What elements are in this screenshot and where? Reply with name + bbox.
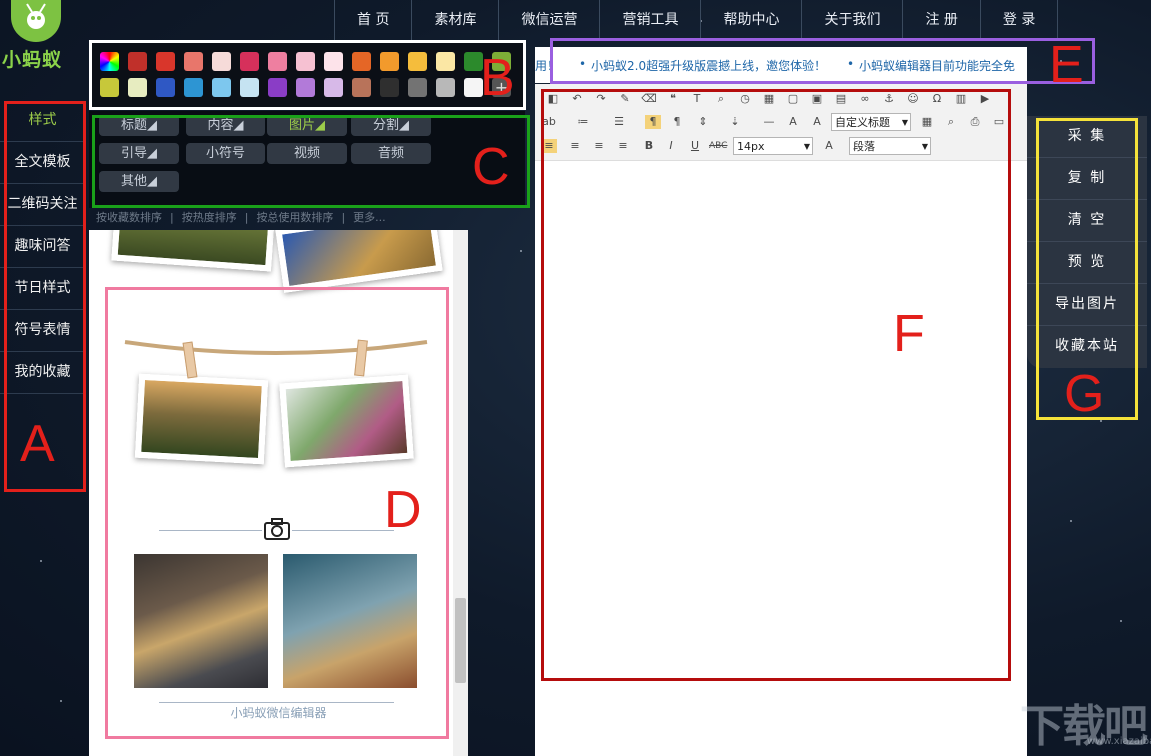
ant-logo-icon <box>11 0 61 42</box>
sort-options: 按收藏数排序 | 按热度排序 | 按总使用数排序 | 更多... <box>96 209 394 225</box>
annotation-box-f <box>541 89 1011 681</box>
sort-by-popularity[interactable]: 按热度排序 <box>182 211 237 224</box>
sort-by-favorites[interactable]: 按收藏数排序 <box>96 211 162 224</box>
nav-help-center[interactable]: 帮助中心 <box>700 0 801 40</box>
nav-register[interactable]: 注 册 <box>902 0 979 40</box>
nav-home[interactable]: 首 页 <box>334 0 411 40</box>
sort-separator: | <box>244 211 249 224</box>
annotation-label-g: G <box>1064 365 1105 423</box>
preview-scrollbar[interactable] <box>453 230 468 756</box>
annotation-label-b: B <box>480 49 515 107</box>
nav-login[interactable]: 登 录 <box>979 0 1059 40</box>
annotation-label-a: A <box>20 415 55 473</box>
annotation-box-b <box>89 40 526 110</box>
nav-materials[interactable]: 素材库 <box>411 0 498 40</box>
sort-separator: | <box>341 211 346 224</box>
preview-photo[interactable] <box>111 230 275 272</box>
nav-marketing-tools[interactable]: 营销工具 <box>599 0 700 40</box>
nav-wechat-ops[interactable]: 微信运营 <box>498 0 599 40</box>
scrollbar-thumb[interactable] <box>455 598 466 683</box>
sort-by-usage[interactable]: 按总使用数排序 <box>256 211 333 224</box>
nav-about-us[interactable]: 关于我们 <box>801 0 902 40</box>
annotation-label-c: C <box>472 138 510 196</box>
annotation-label-e: E <box>1049 36 1084 94</box>
sort-more-link[interactable]: 更多... <box>353 211 386 224</box>
sort-separator: | <box>170 211 174 224</box>
annotation-label-f: F <box>893 305 925 363</box>
logo[interactable]: 小蚂蚁 <box>0 0 80 80</box>
annotation-box-e <box>550 38 1095 84</box>
watermark-url: www.xiazaiba.com <box>1087 736 1151 747</box>
annotation-label-d: D <box>384 481 422 539</box>
top-navigation: 首 页 素材库 微信运营 营销工具 帮助中心 关于我们 注 册 登 录 <box>334 0 1059 40</box>
logo-text: 小蚂蚁 <box>2 49 63 71</box>
annotation-box-c <box>92 115 530 208</box>
preview-photo[interactable] <box>275 230 443 293</box>
